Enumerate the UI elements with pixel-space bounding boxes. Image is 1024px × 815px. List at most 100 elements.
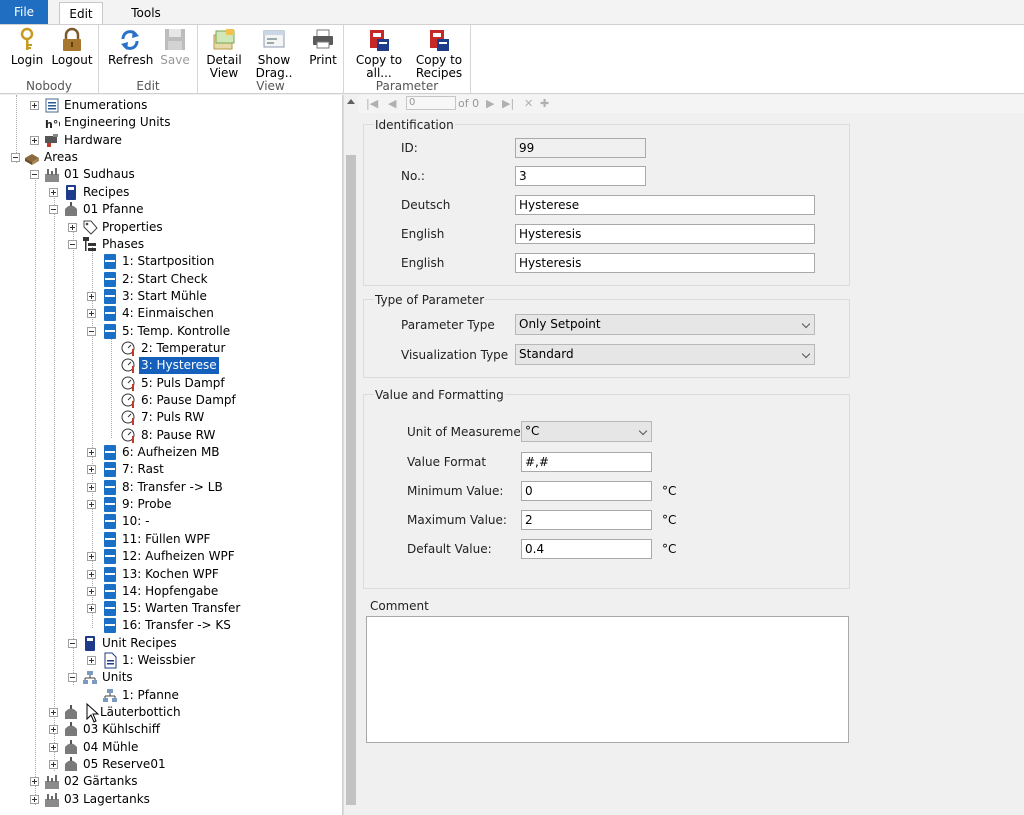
tree-node-hardware[interactable]: Hardware xyxy=(0,132,330,149)
next-record-icon[interactable]: ▶ xyxy=(486,97,494,111)
delete-record-icon[interactable]: ✕ xyxy=(524,97,533,111)
tree-node-properties[interactable]: Properties xyxy=(0,219,330,236)
tree-node-gartanks[interactable]: 02 Gärtanks xyxy=(0,773,330,790)
tab-tools[interactable]: Tools xyxy=(124,2,168,24)
tree-node-unit[interactable]: 1: Pfanne xyxy=(0,687,330,704)
tree-node-areas[interactable]: Areas xyxy=(0,149,330,166)
tree-node-parameter[interactable]: 6: Pause Dampf xyxy=(0,392,330,409)
tree-node-phase[interactable]: 5: Temp. Kontrolle xyxy=(0,323,330,340)
comment-textarea[interactable] xyxy=(366,616,849,743)
expand-toggle[interactable] xyxy=(49,188,58,197)
tree-node-phase[interactable]: 11: Füllen WPF xyxy=(0,531,330,548)
expand-toggle[interactable] xyxy=(30,136,39,145)
collapse-toggle[interactable] xyxy=(68,240,77,249)
tree-node-phase[interactable]: 4: Einmaischen xyxy=(0,305,330,322)
collapse-toggle[interactable] xyxy=(68,673,77,682)
previous-record-icon[interactable]: ◀ xyxy=(388,97,396,111)
expand-toggle[interactable] xyxy=(49,760,58,769)
tree-node-unit-recipes[interactable]: Unit Recipes xyxy=(0,635,330,652)
collapse-toggle[interactable] xyxy=(68,639,77,648)
tree-node-phase[interactable]: 12: Aufheizen WPF xyxy=(0,548,330,565)
tree-node-recipe[interactable]: 1: Weissbier xyxy=(0,652,330,669)
tab-file[interactable]: File xyxy=(0,0,48,24)
tree-node-phase[interactable]: 8: Transfer -> LB xyxy=(0,479,330,496)
visualization-type-select[interactable]: Standard xyxy=(515,344,815,365)
expand-toggle[interactable] xyxy=(87,604,96,613)
tree-node-enumerations[interactable]: Enumerations xyxy=(0,97,330,114)
tree-node-lagertanks[interactable]: 03 Lagertanks xyxy=(0,791,330,808)
tree-node-phase[interactable]: 7: Rast xyxy=(0,461,330,478)
tree-node-reserve[interactable]: 05 Reserve01 xyxy=(0,756,330,773)
uom-select[interactable]: °C xyxy=(521,421,652,442)
expand-toggle[interactable] xyxy=(30,101,39,110)
parameter-type-select[interactable]: Only Setpoint xyxy=(515,314,815,335)
copy-to-recipes-button[interactable]: Copy to Recipes xyxy=(412,25,466,80)
tab-edit[interactable]: Edit xyxy=(59,2,103,25)
record-position-input[interactable]: 0 xyxy=(406,96,456,110)
detail-view-button[interactable]: Detail View xyxy=(204,25,244,80)
save-button[interactable]: Save xyxy=(157,25,193,67)
expand-toggle[interactable] xyxy=(87,570,96,579)
expand-toggle[interactable] xyxy=(87,587,96,596)
expand-toggle[interactable] xyxy=(49,725,58,734)
tree-node-parameter[interactable]: 5: Puls Dampf xyxy=(0,375,330,392)
tree-node-phase[interactable]: 14: Hopfengabe xyxy=(0,583,330,600)
tree-node-parameter[interactable]: 7: Puls RW xyxy=(0,409,330,426)
expand-toggle[interactable] xyxy=(87,656,96,665)
tree-node-phase[interactable]: 13: Kochen WPF xyxy=(0,566,330,583)
collapse-toggle[interactable] xyxy=(49,205,58,214)
expand-toggle[interactable] xyxy=(87,309,96,318)
show-drag-button[interactable]: Show Drag.. xyxy=(252,25,296,80)
no-field[interactable]: 3 xyxy=(515,166,646,186)
tree-node-phase[interactable]: 16: Transfer -> KS xyxy=(0,617,330,634)
tree-node-lauterbottich[interactable]: Läuterbottich xyxy=(0,704,330,721)
english-name-field-2[interactable]: Hysteresis xyxy=(515,253,815,273)
tree-scrollbar[interactable] xyxy=(343,95,357,815)
collapse-toggle[interactable] xyxy=(11,153,20,162)
max-value-field[interactable]: 2 xyxy=(521,510,652,530)
tree-node-phase[interactable]: 15: Warten Transfer xyxy=(0,600,330,617)
tree-node-parameter[interactable]: 2: Temperatur xyxy=(0,340,330,357)
value-format-field[interactable]: #,# xyxy=(521,452,652,472)
expand-toggle[interactable] xyxy=(87,483,96,492)
expand-toggle[interactable] xyxy=(49,708,58,717)
scroll-up-icon[interactable] xyxy=(347,99,355,104)
tree-node-phases[interactable]: Phases xyxy=(0,236,330,253)
print-button[interactable]: Print xyxy=(304,25,342,67)
deutsch-name-field[interactable]: Hysterese xyxy=(515,195,815,215)
login-button[interactable]: Login xyxy=(8,25,46,67)
min-value-field[interactable]: 0 xyxy=(521,481,652,501)
tree-node-recipes[interactable]: Recipes xyxy=(0,184,330,201)
scrollbar-thumb[interactable] xyxy=(346,155,356,805)
copy-to-all-button[interactable]: Copy to all... xyxy=(354,25,404,80)
default-value-field[interactable]: 0.4 xyxy=(521,539,652,559)
expand-toggle[interactable] xyxy=(68,223,77,232)
expand-toggle[interactable] xyxy=(30,795,39,804)
tree-node-phase[interactable]: 2: Start Check xyxy=(0,271,330,288)
tree-node-parameter[interactable]: 8: Pause RW xyxy=(0,427,330,444)
tree-node-phase[interactable]: 6: Aufheizen MB xyxy=(0,444,330,461)
tree-node-units[interactable]: Units xyxy=(0,669,330,686)
tree-node-phase[interactable]: 3: Start Mühle xyxy=(0,288,330,305)
add-record-icon[interactable]: ✚ xyxy=(540,97,549,111)
tree-node-kuhlschiff[interactable]: 03 Kühlschiff xyxy=(0,721,330,738)
collapse-toggle[interactable] xyxy=(87,327,96,336)
expand-toggle[interactable] xyxy=(30,777,39,786)
refresh-button[interactable]: Refresh xyxy=(108,25,153,67)
expand-toggle[interactable] xyxy=(87,465,96,474)
expand-toggle[interactable] xyxy=(87,500,96,509)
tree-node-sudhaus[interactable]: 01 Sudhaus xyxy=(0,166,330,183)
tree-node-muhle[interactable]: 04 Mühle xyxy=(0,739,330,756)
logout-button[interactable]: Logout xyxy=(50,25,94,67)
tree-node-engineering-units[interactable]: h°C Engineering Units xyxy=(0,114,330,131)
collapse-toggle[interactable] xyxy=(30,170,39,179)
tree-node-phase[interactable]: 10: - xyxy=(0,513,330,530)
expand-toggle[interactable] xyxy=(87,552,96,561)
expand-toggle[interactable] xyxy=(49,743,58,752)
tree-node-parameter-selected[interactable]: 3: Hysterese xyxy=(0,357,330,374)
english-name-field[interactable]: Hysteresis xyxy=(515,224,815,244)
tree-node-pfanne[interactable]: 01 Pfanne xyxy=(0,201,330,218)
last-record-icon[interactable]: ▶| xyxy=(502,97,514,111)
expand-toggle[interactable] xyxy=(87,448,96,457)
tree-node-phase[interactable]: 9: Probe xyxy=(0,496,330,513)
